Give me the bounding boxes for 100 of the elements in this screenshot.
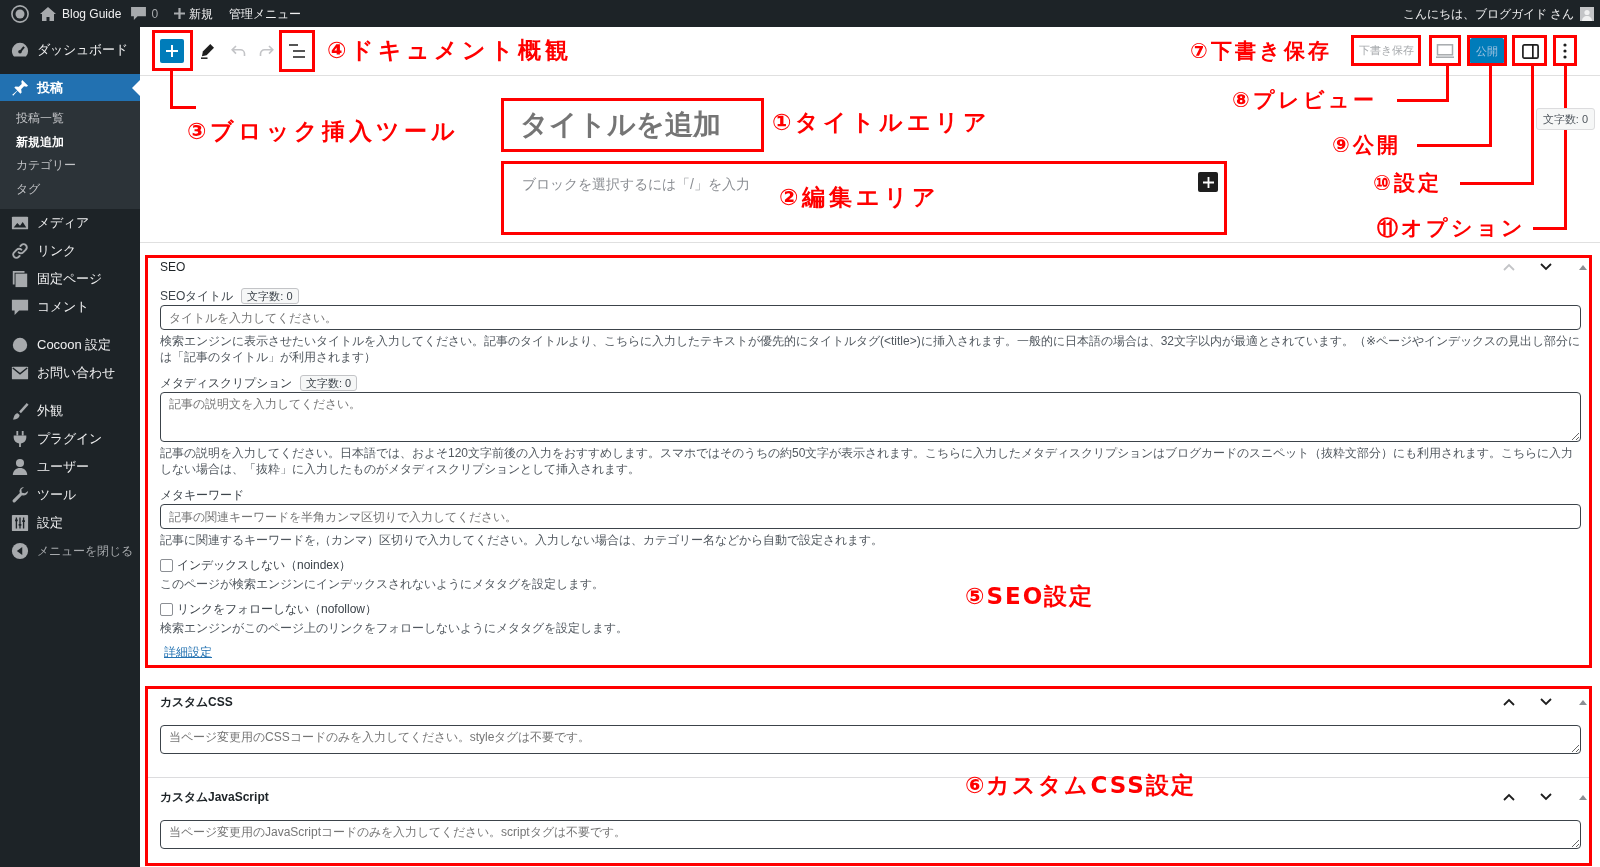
help-text: 検索エンジンがこのページ上のリンクをフォローしないようにメタタグを設定します。 [160,620,629,636]
annotation-label: ⑪オプション [1377,215,1526,242]
help-text: 記事に関連するキーワードを,（カンマ）区切りで入力してください。入力しない場合は、カテゴリー名などから自動で設定されます。 [160,532,885,548]
field-label: SEOタイトル [160,287,234,305]
annotation-label: ⑨公開 [1332,132,1401,159]
checkbox-label[interactable]: インデックスしない（noindex） [177,556,352,574]
chevron-down-icon[interactable] [1540,263,1552,271]
sliders-icon [11,514,29,532]
annotation-label: ④ドキュメント概観 [327,36,573,64]
pen-icon[interactable] [200,43,214,59]
field-label: メタディスクリプション [160,374,292,392]
panel-icon[interactable] [1521,43,1539,59]
sidebar-item[interactable]: メディア [0,209,140,237]
sidebar-item[interactable]: ダッシュボード [0,36,140,64]
annotation-label: ①タイトルエリア [772,108,992,136]
annotation-label: ⑦下書き保存 [1190,38,1332,65]
help-text: 検索エンジンに表示させたいタイトルを入力してください。記事のタイトルより、こちらに入力したテキストが優先的にタイトルタグ(<title>)に挿入されます。一般的に日本語の場合は、32文字以内が最適とされています。（※ページやインデックスの見出し部分には「記事のタイトル」が利用されます） [160,333,1581,365]
annotation-frame [1467,35,1507,66]
home-icon [40,6,56,21]
plus-icon [166,45,178,57]
annotation-frame [1512,35,1547,66]
sidebar-item[interactable]: コメント [0,293,140,321]
sidebar-item[interactable]: リンク [0,237,140,265]
comment-count[interactable]: 0 [151,4,159,23]
submenu-item[interactable]: カテゴリー [0,154,140,178]
triangle-icon[interactable] [1579,794,1587,800]
sidebar-item[interactable]: ユーザー [0,453,140,481]
speech-bubble-icon [131,7,147,20]
speech-bubble-icon [11,298,29,316]
pages-icon [11,270,29,288]
annotation-label: ⑤SEO設定 [965,582,1095,610]
textarea-field[interactable]: 記事の説明文を入力してください。 [160,392,1581,442]
character-count-badge: 文字数: 0 [300,375,358,391]
checkbox[interactable] [160,558,173,572]
annotation-label: ⑩設定 [1373,170,1442,197]
wrench-icon [11,486,29,504]
sidebar-item[interactable]: お問い合わせ [0,359,140,387]
leader-line [170,71,196,109]
paintbrush-icon [11,402,29,420]
panel-title: カスタムCSS [160,693,233,711]
person-icon [11,458,29,476]
circle-icon [11,336,29,354]
help-text: 記事の説明を入力してください。日本語では、およそ120文字前後の入力をおすすめします。スマホではそのうちの約50文字が表示されます。こちらに入力したメタディスクリプションはブログカードのスニペット（抜粋文部分）にも利用されます。こちらに入力しない場合は、「抜粋」に入力したものがメタディスクリプションとして挿入されます。 [160,445,1575,477]
submenu-item[interactable]: 新規追加 [0,130,140,154]
new-content-link[interactable]: 新規 [189,4,214,23]
chevron-up-icon[interactable] [1503,698,1515,706]
admin-menu-link[interactable]: 管理メニュー [229,4,302,23]
sidebar-item[interactable]: プラグイン [0,425,140,453]
sidebar-item[interactable]: 設定 [0,509,140,537]
site-name-link[interactable]: Blog Guide [62,4,122,23]
settings-link[interactable]: 詳細設定 [164,645,212,659]
collapse-menu-button[interactable]: メニューを閉じる [0,537,140,565]
textarea-field[interactable]: 当ページ変更用のCSSコードのみを入力してください。styleタグは不要です。 [160,725,1581,754]
submenu-item[interactable]: タグ [0,177,140,201]
text-input-field[interactable]: タイトルを入力してください。 [160,305,1581,330]
panel-title: カスタムJavaScript [160,788,269,806]
outline-list-icon[interactable] [289,44,305,58]
triangle-icon[interactable] [1579,699,1587,705]
annotation-label: ②編集エリア [779,183,941,211]
chevron-down-icon[interactable] [1540,698,1552,706]
sidebar-item[interactable]: 固定ページ [0,265,140,293]
annotation-label: ③ブロック挿入ツール [187,117,460,145]
add-block-button[interactable] [1198,172,1218,192]
avatar-icon[interactable] [1580,6,1594,21]
chain-link-icon [11,242,29,260]
panel-title: SEO [160,260,186,274]
help-text: このページが検索エンジンにインデックスされないようにメタタグを設定します。 [160,576,605,592]
checkbox[interactable] [160,602,173,616]
word-count-badge: 文字数: 0 [1535,108,1595,130]
textarea-field[interactable]: 当ページ変更用のJavaScriptコードのみを入力してください。scriptタグは不要です。 [160,820,1581,849]
account-greeting[interactable]: こんにちは、ブログガイド さん [1402,4,1574,23]
gauge-icon [11,41,29,59]
chevron-down-icon[interactable] [1540,793,1552,801]
text-input-field[interactable]: 記事の関連キーワードを半角カンマ区切りで入力してください。 [160,504,1581,529]
envelope-icon [11,364,29,382]
annotation-frame [1553,35,1577,66]
plus-icon [1202,176,1214,188]
plug-icon [11,430,29,448]
annotation-frame [279,30,315,72]
annotation-label: ⑧プレビュー [1232,87,1377,114]
annotation-frame [1351,35,1421,66]
checkbox-label[interactable]: リンクをフォローしない（nofollow） [177,600,378,618]
image-icon [11,214,29,232]
block-field[interactable]: ブロックを選択するには「/」を入力 [522,173,774,195]
triangle-icon[interactable] [1579,264,1587,270]
title-field[interactable]: タイトルを追加 [501,101,764,149]
field-label: メタキーワード [160,486,244,504]
sidebar-item[interactable]: Cocoon 設定 [0,331,140,359]
pushpin-icon [11,78,29,97]
sidebar-item[interactable]: 外観 [0,397,140,425]
sidebar-item[interactable]: 投稿 [0,74,140,101]
sidebar-item[interactable]: ツール [0,481,140,509]
annotation-label: ⑥カスタムCSS設定 [965,771,1196,799]
annotation-frame [1429,35,1461,66]
vertical-dots-icon[interactable] [1563,43,1567,59]
plus-icon [174,8,186,19]
site-logo-icon[interactable] [11,4,29,23]
chevron-up-icon[interactable] [1503,793,1515,801]
annotation-frame [152,30,193,71]
submenu-item[interactable]: 投稿一覧 [0,107,140,131]
